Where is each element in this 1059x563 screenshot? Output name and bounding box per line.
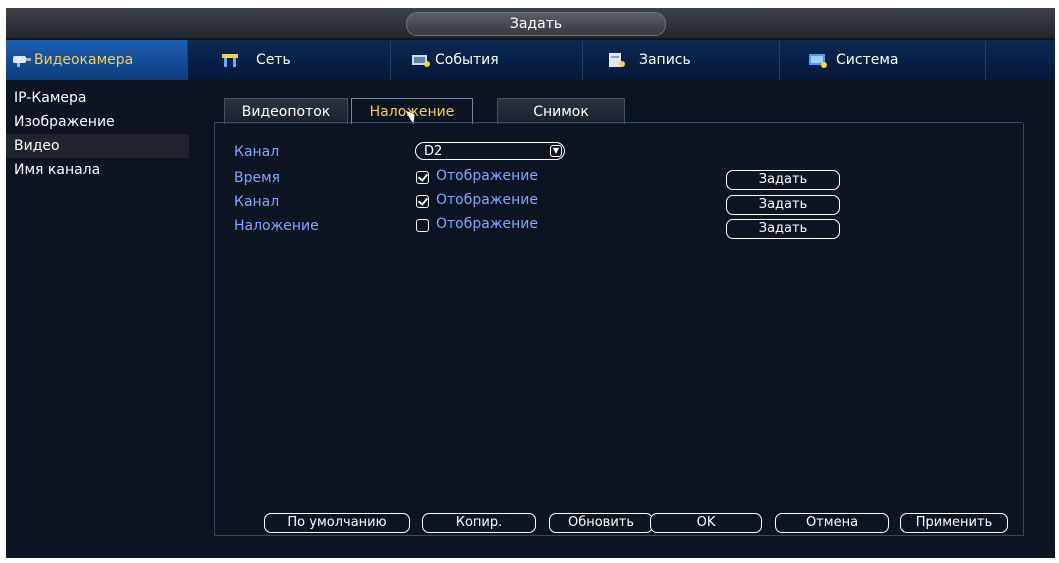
channel-select-value: D2: [424, 144, 443, 159]
channel-select[interactable]: D2 ▼: [415, 142, 565, 160]
events-icon: [412, 55, 430, 67]
network-icon: [222, 54, 238, 67]
window-title: Задать: [406, 12, 666, 36]
tab-stream[interactable]: Видеопоток: [224, 98, 348, 124]
menu-record-label: Запись: [639, 52, 691, 68]
system-icon: [809, 54, 827, 68]
chevron-down-icon: ▼: [550, 145, 562, 157]
dvr-window: Задать Видеокамера Сеть События Запись С…: [6, 8, 1055, 558]
menu-camera-label: Видеокамера: [34, 52, 134, 68]
menu-network[interactable]: Сеть: [204, 40, 391, 80]
menu-system[interactable]: Система: [780, 40, 986, 80]
menu-network-label: Сеть: [256, 52, 291, 68]
default-button[interactable]: По умолчанию: [264, 513, 410, 533]
content-area: [214, 123, 1024, 536]
menu-system-label: Система: [836, 52, 899, 68]
camera-icon: [13, 56, 31, 67]
refresh-button[interactable]: Обновить: [549, 513, 653, 533]
overlay-display-label: Отображение: [436, 216, 538, 232]
menu-camera[interactable]: Видеокамера: [6, 40, 188, 80]
time-set-button[interactable]: Задать: [726, 170, 840, 190]
top-menu: Видеокамера Сеть События Запись Система: [6, 40, 1055, 80]
main-panel: Видеопоток Наложение Снимок Канал D2 ▼ В…: [204, 90, 1042, 548]
sidebar-item-image[interactable]: Изображение: [6, 110, 189, 134]
record-icon: [609, 53, 625, 67]
menu-events-label: События: [435, 52, 499, 68]
menu-events[interactable]: События: [391, 40, 583, 80]
channel-title-label: Канал: [234, 194, 280, 210]
channel-label: Канал: [234, 144, 280, 160]
sidebar: IP-Камера Изображение Видео Имя канала: [6, 82, 189, 558]
time-display-checkbox[interactable]: [416, 171, 429, 184]
apply-button[interactable]: Применить: [900, 513, 1008, 533]
overlay-label: Наложение: [234, 218, 319, 234]
time-label: Время: [234, 170, 281, 186]
channel-display-label: Отображение: [436, 192, 538, 208]
overlay-set-button[interactable]: Задать: [726, 219, 840, 239]
menu-record[interactable]: Запись: [583, 40, 780, 80]
channel-set-button[interactable]: Задать: [726, 195, 840, 215]
ok-button[interactable]: OK: [650, 513, 762, 533]
overlay-display-checkbox[interactable]: [416, 219, 429, 232]
sidebar-item-video[interactable]: Видео: [6, 134, 189, 158]
channel-display-checkbox[interactable]: [416, 195, 429, 208]
title-bar: Задать: [6, 8, 1055, 38]
copy-button[interactable]: Копир.: [422, 513, 536, 533]
tab-snapshot[interactable]: Снимок: [497, 98, 625, 124]
cancel-button[interactable]: Отмена: [775, 513, 889, 533]
time-display-label: Отображение: [436, 168, 538, 184]
sidebar-item-ip-camera[interactable]: IP-Камера: [6, 86, 189, 110]
sidebar-item-channel-name[interactable]: Имя канала: [6, 158, 189, 182]
